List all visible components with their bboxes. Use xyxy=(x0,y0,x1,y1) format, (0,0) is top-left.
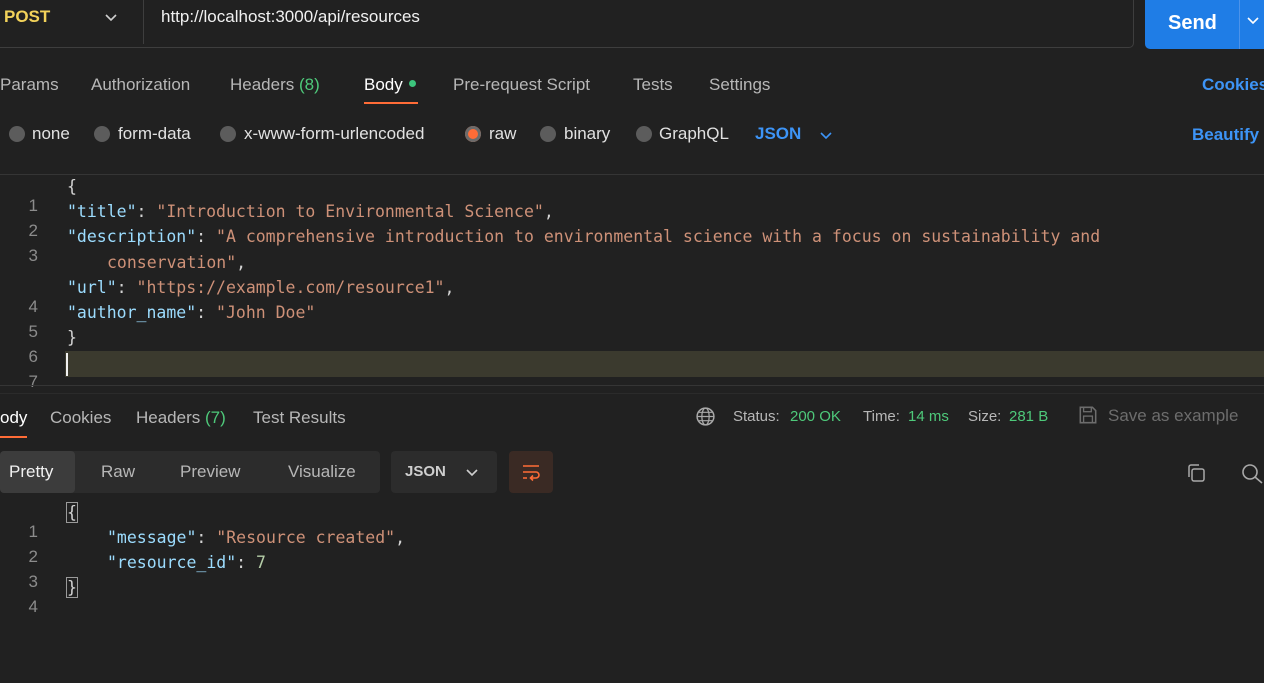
response-tab-headers[interactable]: Headers (7) xyxy=(136,408,226,428)
request-editor-line[interactable]: 1 { xyxy=(0,177,1264,215)
json-key: "message" xyxy=(107,528,197,547)
active-tab-underline xyxy=(364,102,418,104)
tab-body-label: Body xyxy=(364,75,403,94)
beautify-button[interactable]: Beautify xyxy=(1192,125,1259,145)
radio-raw[interactable] xyxy=(465,126,481,142)
time-label: Time: xyxy=(863,408,900,425)
url-input[interactable]: http://localhost:3000/api/resources xyxy=(161,7,420,27)
body-format-select[interactable]: JSON xyxy=(755,124,801,144)
pane-splitter-shadow xyxy=(0,393,1264,394)
time-value[interactable]: 14 ms xyxy=(908,408,949,425)
response-format-label: JSON xyxy=(405,463,446,480)
body-modified-dot xyxy=(408,80,416,88)
line-number: 4 xyxy=(28,597,38,616)
json-key: "resource_id" xyxy=(107,553,237,572)
request-editor-line[interactable]: 4 "url": "https://example.com/resource1"… xyxy=(0,278,1264,316)
tab-headers[interactable]: Headers (8) xyxy=(230,75,320,95)
editor-top-border xyxy=(0,174,1264,175)
request-editor-line[interactable]: 2 "title": "Introduction to Environmenta… xyxy=(0,202,1264,240)
wrap-lines-button[interactable] xyxy=(509,451,553,493)
radio-binary-label: binary xyxy=(564,124,611,143)
search-icon[interactable] xyxy=(1240,462,1264,484)
radio-form-data-label: form-data xyxy=(118,124,191,143)
chevron-down-icon[interactable] xyxy=(818,127,834,143)
response-editor-line[interactable]: 2 "message": "Resource created", xyxy=(0,528,1264,566)
tab-tests[interactable]: Tests xyxy=(633,75,673,95)
json-key: "url" xyxy=(67,278,117,297)
json-string-value: conservation" xyxy=(107,253,237,272)
request-editor-line-wrapped[interactable]: conservation", xyxy=(0,253,1264,278)
request-editor-line[interactable]: 3 "description": "A comprehensive introd… xyxy=(0,227,1264,265)
json-string-value: "Introduction to Environmental Science" xyxy=(156,202,544,221)
tab-body[interactable]: Body xyxy=(364,75,416,95)
response-editor-line[interactable]: 4 } xyxy=(0,577,1264,616)
chevron-down-icon xyxy=(466,469,478,477)
size-value[interactable]: 281 B xyxy=(1009,408,1048,425)
json-brace: } xyxy=(67,328,77,347)
radio-graphql-label: GraphQL xyxy=(659,124,729,143)
view-visualize-button[interactable]: Visualize xyxy=(288,462,356,482)
json-string-value: "John Doe" xyxy=(216,303,316,322)
response-tab-test-results[interactable]: Test Results xyxy=(253,408,346,428)
response-tab-headers-count: (7) xyxy=(205,408,226,427)
wrap-lines-icon xyxy=(523,465,540,482)
pane-splitter[interactable] xyxy=(0,385,1264,386)
tab-authorization[interactable]: Authorization xyxy=(91,75,190,95)
size-label: Size: xyxy=(968,408,1002,425)
status-value: 200 OK xyxy=(790,408,841,425)
save-as-example-button[interactable]: Save as example xyxy=(1108,406,1238,426)
json-number-value: 7 xyxy=(256,553,266,572)
url-divider xyxy=(143,0,144,44)
send-button[interactable]: Send xyxy=(1145,0,1264,49)
json-string-value: "https://example.com/resource1" xyxy=(136,278,445,297)
json-key: "author_name" xyxy=(67,303,197,322)
json-brace: { xyxy=(66,502,78,523)
status-label: Status: xyxy=(733,408,780,425)
view-pretty-button[interactable]: Pretty xyxy=(9,462,53,482)
response-editor-line[interactable]: 3 "resource_id": 7 xyxy=(0,553,1264,591)
response-tab-cookies[interactable]: Cookies xyxy=(50,408,111,428)
send-split-divider xyxy=(1239,0,1240,49)
request-editor-line[interactable]: 5 "author_name": "John Doe" xyxy=(0,303,1264,341)
view-raw-button[interactable]: Raw xyxy=(101,462,135,482)
radio-none-label: none xyxy=(32,124,70,143)
radio-urlencoded-label: x-www-form-urlencoded xyxy=(244,124,425,143)
copy-icon[interactable] xyxy=(1185,462,1207,484)
chevron-down-icon[interactable] xyxy=(1245,12,1261,28)
line-number: 7 xyxy=(28,372,38,391)
request-url-bar: POST http://localhost:3000/api/resources xyxy=(0,0,1134,48)
response-editor-line[interactable]: 1 { xyxy=(0,502,1264,541)
json-brace: { xyxy=(67,177,77,196)
radio-raw-label: raw xyxy=(489,124,517,143)
json-string-value: "A comprehensive introduction to environ… xyxy=(216,227,1101,246)
send-label: Send xyxy=(1168,12,1217,34)
tab-params[interactable]: Params xyxy=(0,75,59,95)
tab-settings[interactable]: Settings xyxy=(709,75,770,95)
response-tab-headers-label: Headers xyxy=(136,408,201,427)
json-brace: } xyxy=(66,577,78,598)
view-preview-button[interactable]: Preview xyxy=(180,462,240,482)
radio-urlencoded[interactable] xyxy=(220,126,236,142)
save-icon[interactable] xyxy=(1077,404,1099,426)
radio-binary[interactable] xyxy=(540,126,556,142)
response-format-select[interactable]: JSON xyxy=(391,451,497,493)
request-editor-line[interactable]: 6 } xyxy=(0,328,1264,366)
tab-headers-label: Headers xyxy=(230,75,295,94)
globe-icon[interactable] xyxy=(695,406,716,427)
chevron-down-icon[interactable] xyxy=(103,9,119,25)
http-method-select[interactable]: POST xyxy=(4,7,50,27)
tab-prerequest-script[interactable]: Pre-request Script xyxy=(453,75,590,95)
response-active-underline xyxy=(0,436,27,438)
radio-graphql[interactable] xyxy=(636,126,652,142)
request-editor-line[interactable]: 7 xyxy=(0,353,1264,391)
tab-headers-count: (8) xyxy=(299,75,320,94)
json-key: "title" xyxy=(67,202,137,221)
cookies-link[interactable]: Cookies xyxy=(1202,75,1264,95)
response-tab-body[interactable]: ody xyxy=(0,408,27,428)
json-string-value: "Resource created" xyxy=(216,528,396,547)
radio-none[interactable] xyxy=(9,126,25,142)
json-key: "description" xyxy=(67,227,197,246)
radio-form-data[interactable] xyxy=(94,126,110,142)
